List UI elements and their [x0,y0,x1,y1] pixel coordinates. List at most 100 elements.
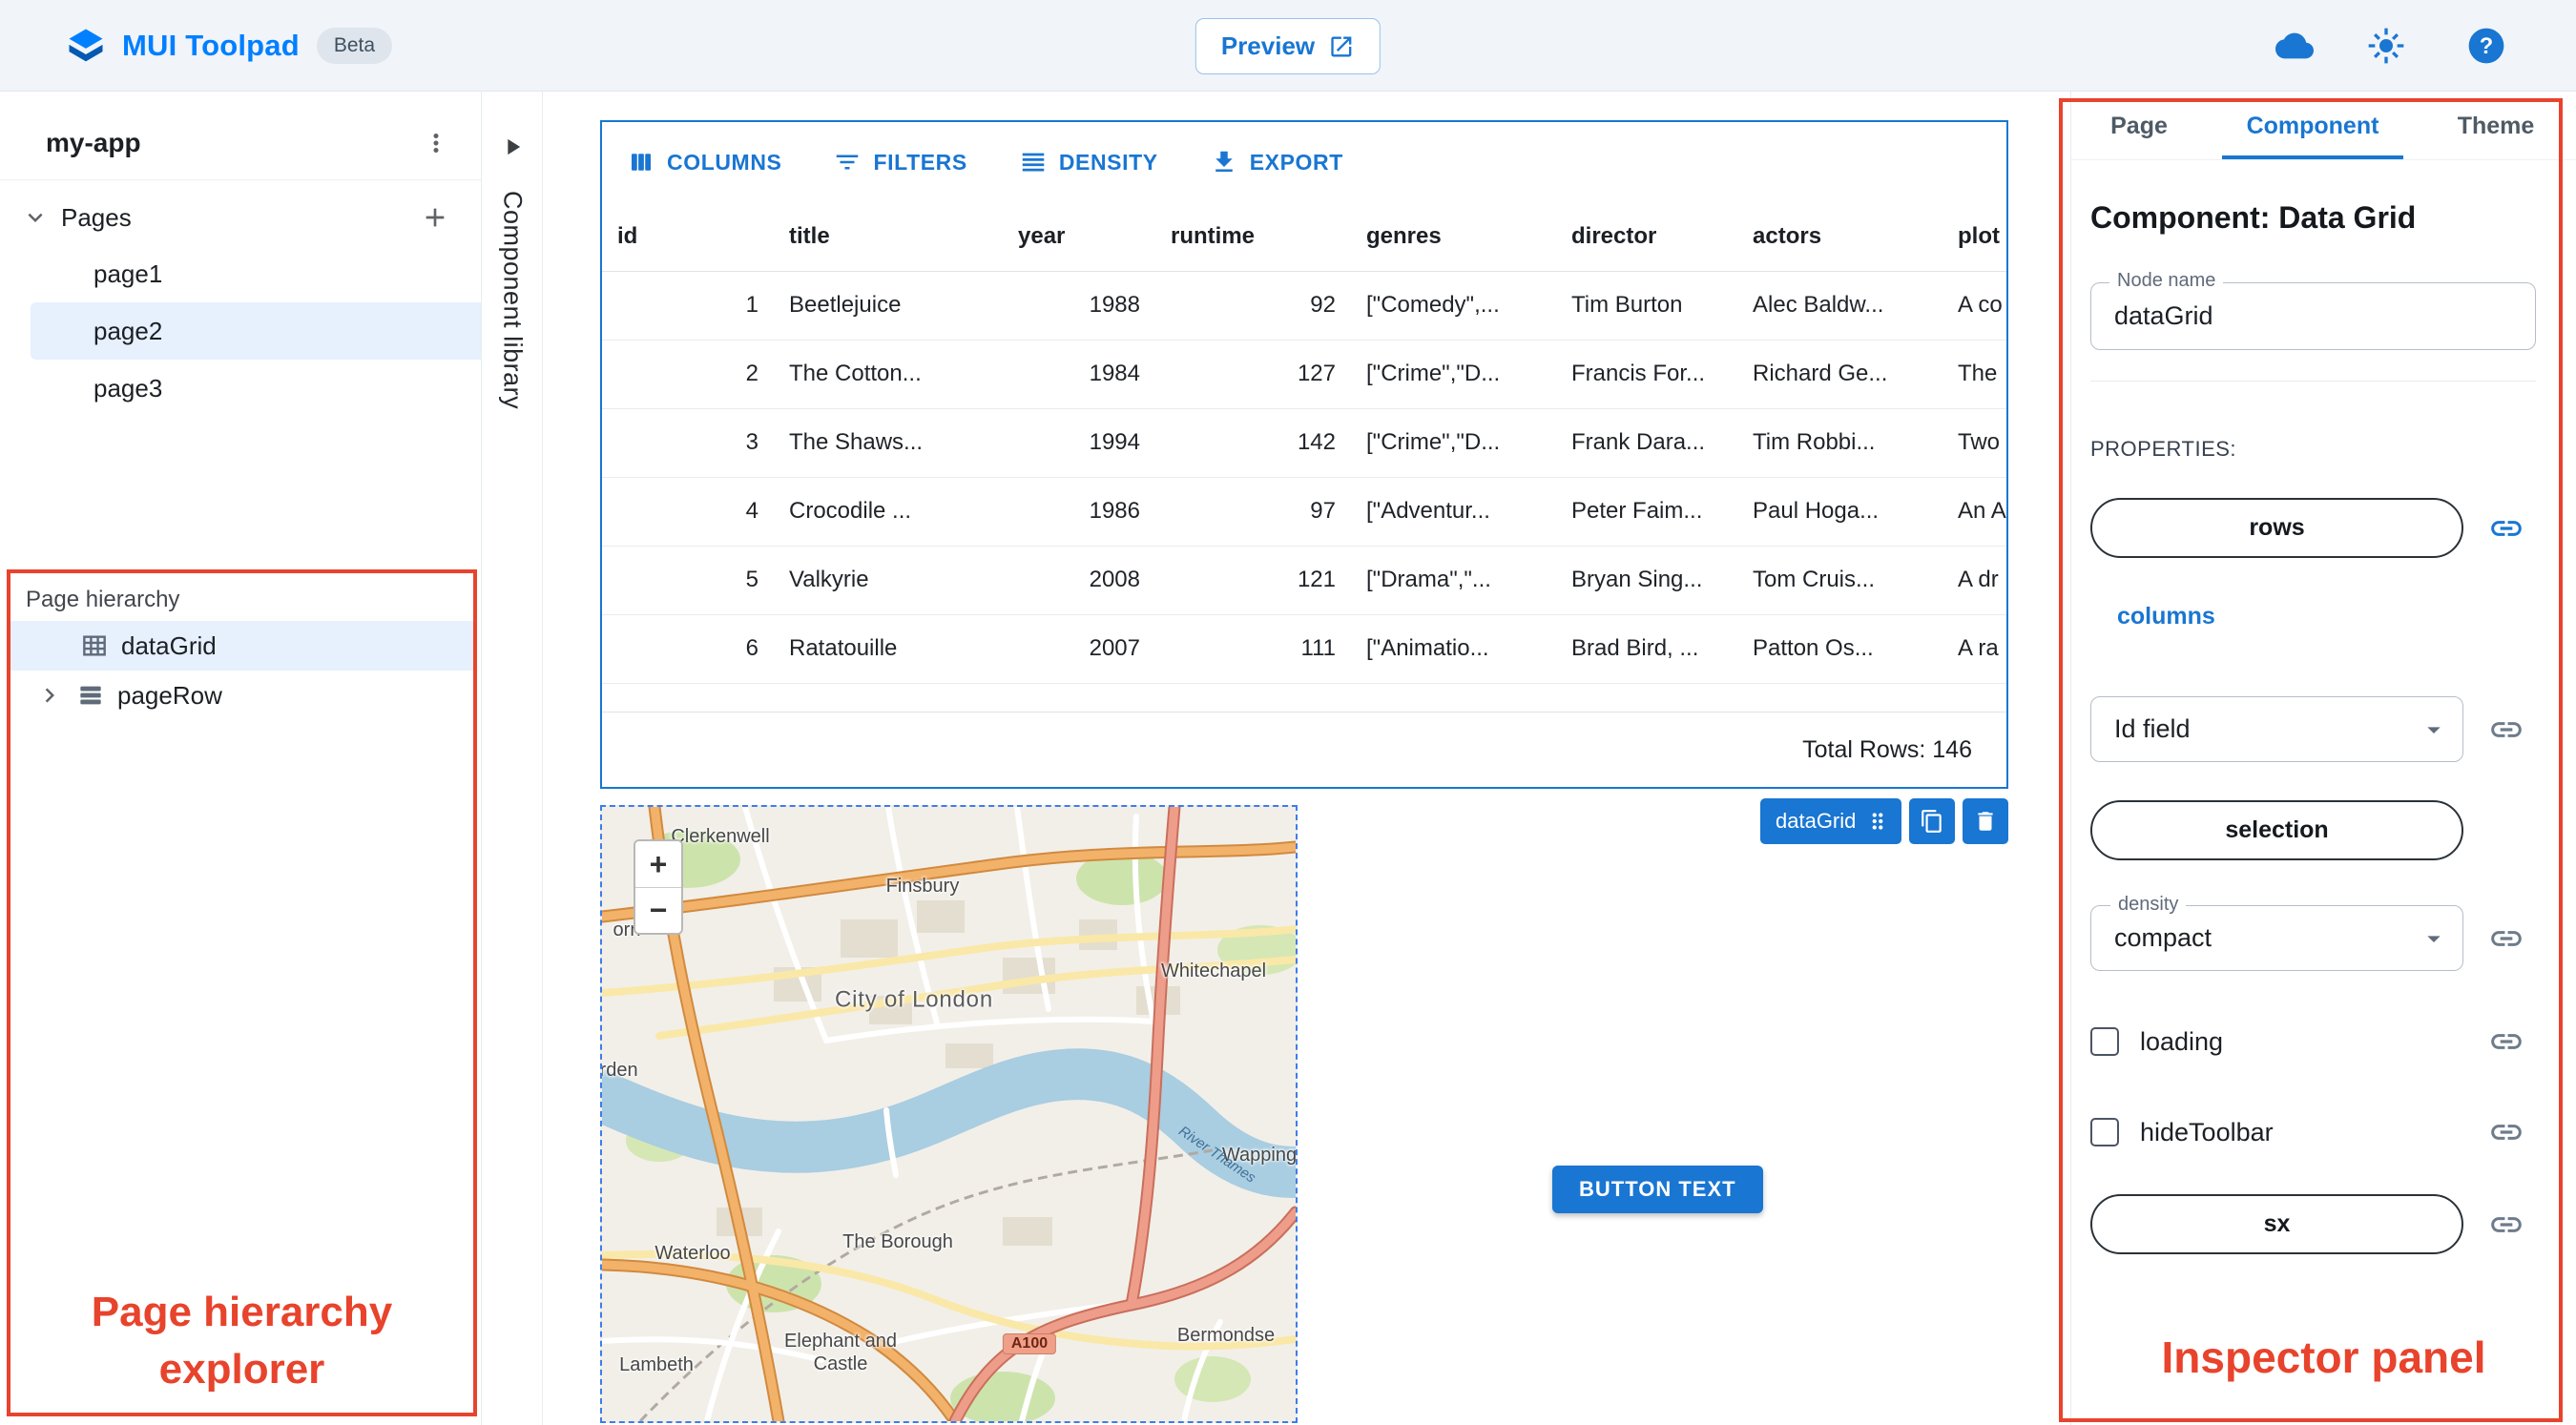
brand: MUI Toolpad Beta [67,0,393,92]
inspector-tabbar: Page Component Theme [2071,92,2576,160]
export-button[interactable]: EXPORT [1210,148,1343,176]
hidetoolbar-checkbox[interactable] [2090,1118,2119,1146]
column-header-year[interactable]: year [1003,202,1155,272]
prop-row-density: density compact [2090,894,2524,971]
open-in-new-icon [1331,36,1352,56]
rows-binding-button[interactable] [2488,510,2524,547]
link-icon [2491,1034,2522,1049]
link-icon [2491,520,2522,536]
link-icon [2491,721,2522,737]
density-label: density [2110,894,2187,916]
idfield-binding-button[interactable] [2488,712,2524,748]
help-icon: ? [2468,28,2504,64]
link-icon [2491,1125,2522,1140]
node-name-input[interactable] [2090,282,2536,350]
caret-down-icon [2427,935,2441,942]
filters-button-label: FILTERS [873,149,967,175]
active-tab-indicator [2222,155,2403,159]
hidetoolbar-binding-button[interactable] [2488,1114,2524,1150]
column-header-genres[interactable]: genres [1351,202,1556,272]
columns-button-label: COLUMNS [667,149,782,175]
node-name-label: Node name [2109,270,2224,292]
table-row[interactable]: 3 The Shaws... 1994 142 ["Crime","D... Fran… [602,408,2006,478]
hierarchy-item-pagerow[interactable]: pageRow [10,671,473,720]
delete-node-button[interactable] [1963,798,2009,844]
deploy-cloud-button[interactable] [2272,23,2317,69]
column-header-id[interactable]: id [602,202,774,272]
total-rows-label: Total Rows: 146 [1802,735,1972,763]
preview-button[interactable]: Preview [1195,18,1381,74]
sidebar-item-page2[interactable]: page2 [31,302,481,360]
loading-checkbox[interactable] [2090,1027,2119,1056]
columns-button[interactable]: COLUMNS [627,148,781,176]
tab-component[interactable]: Component [2222,92,2403,160]
id-field-select[interactable]: Id field [2090,696,2463,762]
table-row[interactable]: 1 Beetlejuice 1988 92 ["Comedy",... Tim Bur… [602,271,2006,341]
pagerow-icon [80,686,101,705]
filters-button[interactable]: FILTERS [833,148,966,176]
column-header-plot[interactable]: plot [1942,202,2006,272]
tab-theme[interactable]: Theme [2453,92,2539,160]
page-hierarchy-annotation: Page hierarchy explorer [91,1289,393,1393]
app-title: MUI Toolpad [122,29,300,62]
add-page-button[interactable] [420,202,450,233]
selection-toolbar: dataGrid [1760,798,2009,844]
table-row[interactable]: 5 Valkyrie 2008 121 ["Drama","... Bryan Sin… [602,546,2006,615]
component-library-strip[interactable]: Component library [483,92,543,1425]
column-header-director[interactable]: director [1556,202,1737,272]
zoom-out-button[interactable]: − [635,887,681,933]
table-row[interactable]: 2 The Cotton... 1984 127 ["Crime","D... Fra… [602,340,2006,409]
hierarchy-item-datagrid[interactable]: dataGrid [10,621,473,671]
duplicate-node-button[interactable] [1909,798,1956,844]
component-library-label: Component library [498,191,528,410]
datagrid-component[interactable]: COLUMNS FILTERS DENSITY EXPORT id title … [600,120,2008,789]
datagrid-table: id title year runtime genres director ac… [602,202,2006,684]
sidebar-item-page3[interactable]: page3 [0,360,481,417]
datagrid-toolbar: COLUMNS FILTERS DENSITY EXPORT [602,122,2006,202]
inspector-annotation: Inspector panel [2161,1332,2486,1382]
selection-property-button[interactable]: selection [2090,800,2463,860]
app-bar: MUI Toolpad Beta Preview ? [0,0,2576,92]
density-select[interactable]: density compact [2090,894,2463,971]
density-button[interactable]: DENSITY [1019,148,1158,176]
columns-property-link[interactable]: columns [2117,603,2215,630]
svg-text:?: ? [2480,34,2493,59]
sx-property-button[interactable]: sx [2090,1194,2463,1254]
properties-label: PROPERTIES: [2090,437,2237,461]
datagrid-footer: Total Rows: 146 [602,712,2006,787]
theme-toggle-button[interactable] [2363,23,2409,69]
prop-row-loading: loading [2090,1023,2524,1060]
sidebar-item-page1[interactable]: page1 [0,245,481,302]
tab-page[interactable]: Page [2106,92,2172,160]
table-row[interactable]: 6 Ratatouille 2007 111 ["Animatio... Brad B… [602,614,2006,684]
prop-row-rows: rows [2090,498,2524,558]
chevron-right-icon[interactable] [35,681,64,710]
plus-icon [426,208,445,227]
column-header-title[interactable]: title [774,202,1003,272]
datagrid-icon [83,635,106,656]
density-binding-button[interactable] [2488,920,2524,957]
divider [2090,381,2536,382]
datagrid-header-row: id title year runtime genres director ac… [602,202,2006,272]
map-component[interactable]: Clerkenwell orn Finsbury Whitechapel Cit… [600,805,1298,1423]
export-button-label: EXPORT [1249,149,1343,175]
kebab-menu-icon[interactable] [422,129,450,157]
column-header-actors[interactable]: actors [1737,202,1942,272]
help-button[interactable]: ? [2463,23,2509,69]
id-field-value: Id field [2114,714,2191,743]
pages-tree-header[interactable]: Pages [0,190,481,245]
panel-expand-icon[interactable] [499,134,526,160]
table-row[interactable]: 4 Crocodile ... 1986 97 ["Adventur... Peter… [602,477,2006,547]
canvas-button-component[interactable]: BUTTON TEXT [1552,1166,1763,1213]
rows-property-button[interactable]: rows [2090,498,2463,558]
toolpad-logo-icon [69,29,103,62]
selected-node-chip[interactable]: dataGrid [1760,798,1902,844]
drag-handle-icon[interactable] [1865,809,1890,834]
density-button-label: DENSITY [1058,149,1158,175]
divider [0,179,481,180]
toolpad-app: MUI Toolpad Beta Preview ? my-app Pages … [0,0,2576,1425]
column-header-runtime[interactable]: runtime [1155,202,1351,272]
zoom-in-button[interactable]: + [635,841,681,887]
loading-binding-button[interactable] [2488,1023,2524,1060]
sx-binding-button[interactable] [2488,1207,2524,1243]
